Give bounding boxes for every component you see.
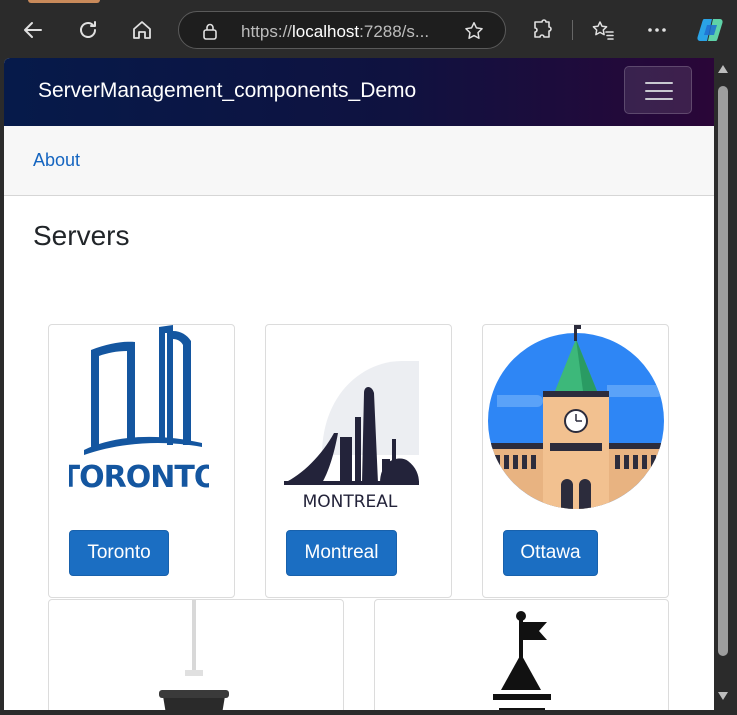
server-button-toronto[interactable]: Toronto [69,530,169,576]
url-scheme: https:// [241,22,293,41]
extensions-icon[interactable] [526,14,558,46]
server-card-montreal: MONTREAL Montreal [265,324,452,598]
ottawa-logo [488,325,664,509]
page-viewport: ServerManagement_components_Demo About S… [4,58,714,710]
server-button-ottawa[interactable]: Ottawa [503,530,598,576]
refresh-icon[interactable] [72,14,104,46]
hamburger-line [645,90,673,92]
app-brand[interactable]: ServerManagement_components_Demo [38,79,416,103]
lock-icon[interactable] [201,22,219,45]
server-button-montreal[interactable]: Montreal [286,530,397,576]
montreal-logo-text: MONTREAL [303,492,398,512]
url-host: localhost [292,22,360,41]
active-tab-indicator [28,0,100,3]
tower-logo [159,600,229,710]
page-scrollbar[interactable] [714,58,732,710]
top-navbar: ServerManagement_components_Demo [4,58,714,126]
address-bar[interactable]: https://localhost:7288/s... [178,11,506,49]
server-card-toronto: TORONTO Toronto [48,324,235,598]
more-options-icon[interactable] [641,14,673,46]
scroll-down-arrow-icon[interactable] [718,692,728,700]
browser-toolbar: https://localhost:7288/s... [0,0,737,58]
server-card-partial [374,599,669,710]
flag-logo [493,611,551,710]
page-title: Servers [33,220,130,251]
server-card-partial [48,599,344,710]
home-icon[interactable] [126,14,158,46]
hamburger-line [645,98,673,100]
back-icon[interactable] [17,14,49,46]
copilot-icon[interactable] [694,14,726,46]
url-text[interactable]: https://localhost:7288/s... [241,22,429,42]
top-row-nav: About [4,126,714,196]
scrollbar-thumb[interactable] [718,86,728,656]
toronto-logo-text: TORONTO [69,460,209,495]
scroll-up-arrow-icon[interactable] [718,65,728,73]
about-link[interactable]: About [33,150,80,171]
hamburger-line [645,82,673,84]
toronto-logo: TORONTO [69,325,209,495]
server-card-ottawa: Ottawa [482,324,669,598]
navbar-toggler-button[interactable] [624,66,692,114]
montreal-logo: MONTREAL [284,361,419,512]
toolbar-divider [572,20,573,40]
favorite-star-icon[interactable] [463,20,485,47]
favorites-icon[interactable] [587,14,619,46]
url-path: :7288/s... [359,22,430,41]
